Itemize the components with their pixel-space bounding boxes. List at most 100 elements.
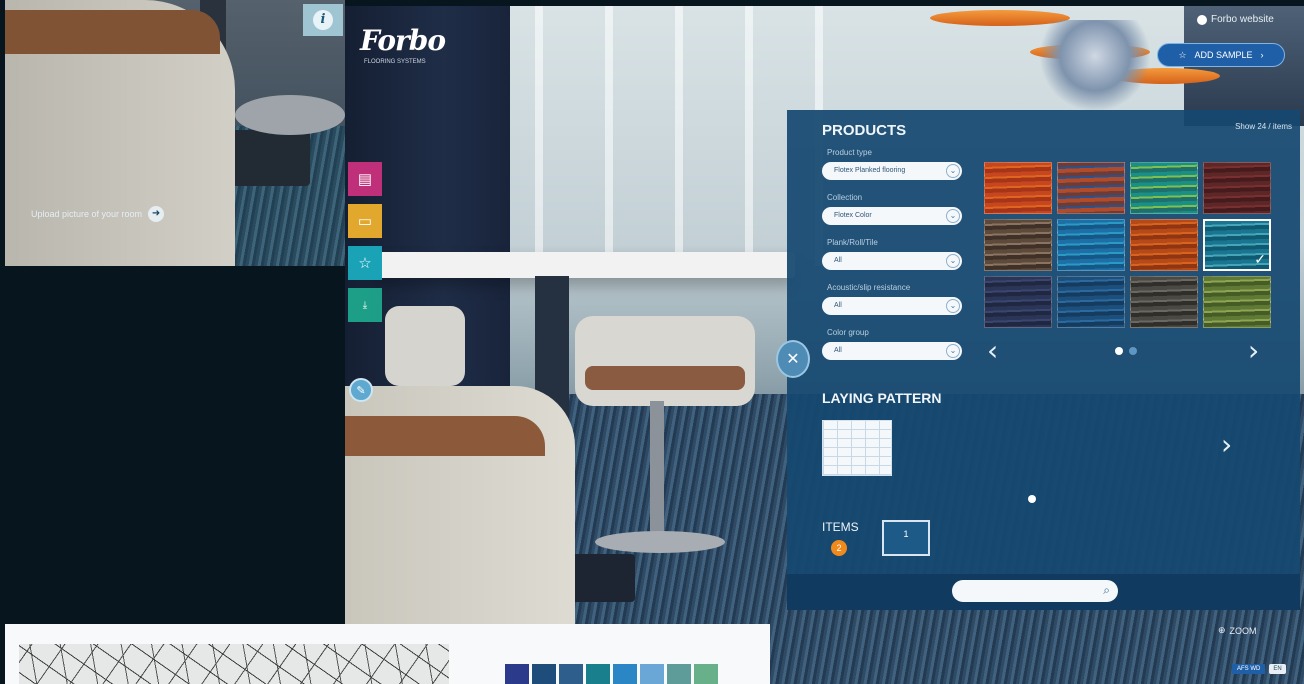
search-icon: ⌕: [1103, 583, 1110, 597]
upload-room-label: Upload picture of your room: [31, 209, 143, 219]
window-frame: [675, 6, 683, 266]
download-button[interactable]: ⤓: [348, 288, 382, 322]
pager-dot[interactable]: [1028, 495, 1036, 503]
palette-color[interactable]: [505, 664, 529, 684]
table: [375, 252, 795, 278]
document-icon: ▤: [357, 171, 373, 188]
zoom-button[interactable]: ⊕ ZOOM: [1218, 625, 1257, 636]
forbo-logo: Forbo FLOORING SYSTEMS: [360, 24, 446, 65]
filter-product-type[interactable]: Product type Flotex Planked flooring ⌄: [822, 148, 962, 180]
chair: [575, 316, 755, 406]
items-count-badge: 2: [831, 540, 847, 556]
room-thumbnail[interactable]: Upload picture of your room ➜: [5, 0, 345, 266]
product-swatch[interactable]: [984, 276, 1052, 328]
palette-color[interactable]: [640, 664, 664, 684]
badge-left[interactable]: AFS WD: [1232, 664, 1266, 674]
product-swatch[interactable]: [1130, 276, 1198, 328]
palette-color[interactable]: [613, 664, 637, 684]
chevron-down-icon: ⌄: [946, 299, 960, 313]
filter-value: Flotex Color: [834, 212, 872, 219]
chair: [385, 306, 465, 386]
close-panel-button[interactable]: ✕: [776, 340, 810, 378]
product-swatch[interactable]: [1057, 162, 1125, 214]
chair-leg: [650, 401, 664, 541]
zoom-icon: ⊕: [1218, 625, 1226, 635]
product-swatch[interactable]: [1203, 162, 1271, 214]
filter-value: All: [834, 302, 842, 309]
palette-color[interactable]: [694, 664, 718, 684]
window-frame: [745, 6, 753, 266]
edit-button[interactable]: ✎: [349, 378, 373, 402]
color-palette: [505, 664, 718, 684]
items-label: ITEMS: [822, 520, 859, 534]
zoom-label: ZOOM: [1229, 625, 1257, 636]
chair-seat: [585, 366, 745, 390]
footer-badges: AFS WD EN: [1232, 664, 1286, 674]
pager-dots: [1115, 347, 1137, 355]
filter-label: Acoustic/slip resistance: [827, 283, 911, 292]
add-sample-button[interactable]: ☆ ADD SAMPLE ›: [1157, 43, 1285, 67]
chevron-down-icon: ⌄: [946, 209, 960, 223]
pencil-icon: ✎: [356, 384, 366, 397]
chevron-down-icon: ⌄: [946, 254, 960, 268]
filter-color-group[interactable]: Color group All ⌄: [822, 328, 962, 360]
product-swatch[interactable]: [1203, 276, 1271, 328]
filter-value: All: [834, 347, 842, 354]
filter-select[interactable]: Flotex Color ⌄: [822, 207, 962, 225]
favorites-button[interactable]: ☆: [348, 246, 382, 280]
prev-page-button[interactable]: ‹: [987, 334, 998, 367]
filter-select[interactable]: All ⌄: [822, 342, 962, 360]
laying-next-button[interactable]: ›: [1221, 428, 1232, 461]
product-swatch[interactable]: [1057, 219, 1125, 271]
filter-acoustic[interactable]: Acoustic/slip resistance All ⌄: [822, 283, 962, 315]
palette-color[interactable]: [667, 664, 691, 684]
add-sample-label: ADD SAMPLE: [1194, 50, 1253, 60]
info-icon: i: [313, 10, 333, 30]
language-badge[interactable]: EN: [1269, 664, 1286, 674]
star-icon: ☆: [1178, 49, 1187, 60]
document-button[interactable]: ▤: [348, 162, 382, 196]
pager-dot[interactable]: [1129, 347, 1137, 355]
search-input[interactable]: ⌕: [952, 580, 1118, 602]
laying-pattern-title: LAYING PATTERN: [822, 390, 942, 406]
product-swatch[interactable]: [984, 162, 1052, 214]
results-count: Show 24 / items: [1235, 122, 1292, 131]
window-frame: [535, 6, 543, 266]
pager-dot[interactable]: [1115, 347, 1123, 355]
palette-color[interactable]: [586, 664, 610, 684]
product-swatch[interactable]: ✓: [1203, 219, 1271, 271]
chevron-down-icon: ⌄: [946, 164, 960, 178]
next-page-button[interactable]: ›: [1248, 334, 1259, 367]
product-swatch[interactable]: [1130, 162, 1198, 214]
folder-button[interactable]: ▭: [348, 204, 382, 238]
chevron-down-icon: ⌄: [946, 344, 960, 358]
product-swatch[interactable]: [1130, 219, 1198, 271]
forbo-website-link[interactable]: Forbo website: [1197, 14, 1274, 25]
filter-select[interactable]: All ⌄: [822, 297, 962, 315]
palette-color[interactable]: [559, 664, 583, 684]
sample-thumbnail[interactable]: [5, 624, 770, 684]
filter-plank-roll-tile[interactable]: Plank/Roll/Tile All ⌄: [822, 238, 962, 270]
filter-collection[interactable]: Collection Flotex Color ⌄: [822, 193, 962, 225]
filter-select[interactable]: Flotex Planked flooring ⌄: [822, 162, 962, 180]
upload-room-link[interactable]: Upload picture of your room ➜: [31, 206, 165, 222]
arrow-right-icon: ➜: [148, 206, 165, 222]
filter-select[interactable]: All ⌄: [822, 252, 962, 270]
stool-base: [235, 95, 345, 135]
filter-label: Color group: [827, 328, 869, 337]
star-icon: ☆: [358, 255, 372, 272]
window-frame: [605, 6, 613, 266]
item-thumbnail[interactable]: 1: [882, 520, 930, 556]
chevron-right-icon: ›: [1260, 50, 1264, 60]
laying-pattern-grid-option[interactable]: [822, 420, 892, 476]
bench-seat: [5, 10, 220, 54]
app-stage: Upload picture of your room ➜ i Forbo FL…: [0, 0, 1304, 684]
product-swatch[interactable]: [984, 219, 1052, 271]
filter-label: Collection: [827, 193, 863, 202]
palette-color[interactable]: [532, 664, 556, 684]
swatch-grid: ✓: [984, 162, 1271, 330]
product-swatch[interactable]: [1057, 276, 1125, 328]
bench-seat: [345, 416, 545, 456]
info-button[interactable]: i: [303, 4, 343, 36]
close-icon: ✕: [786, 351, 800, 368]
